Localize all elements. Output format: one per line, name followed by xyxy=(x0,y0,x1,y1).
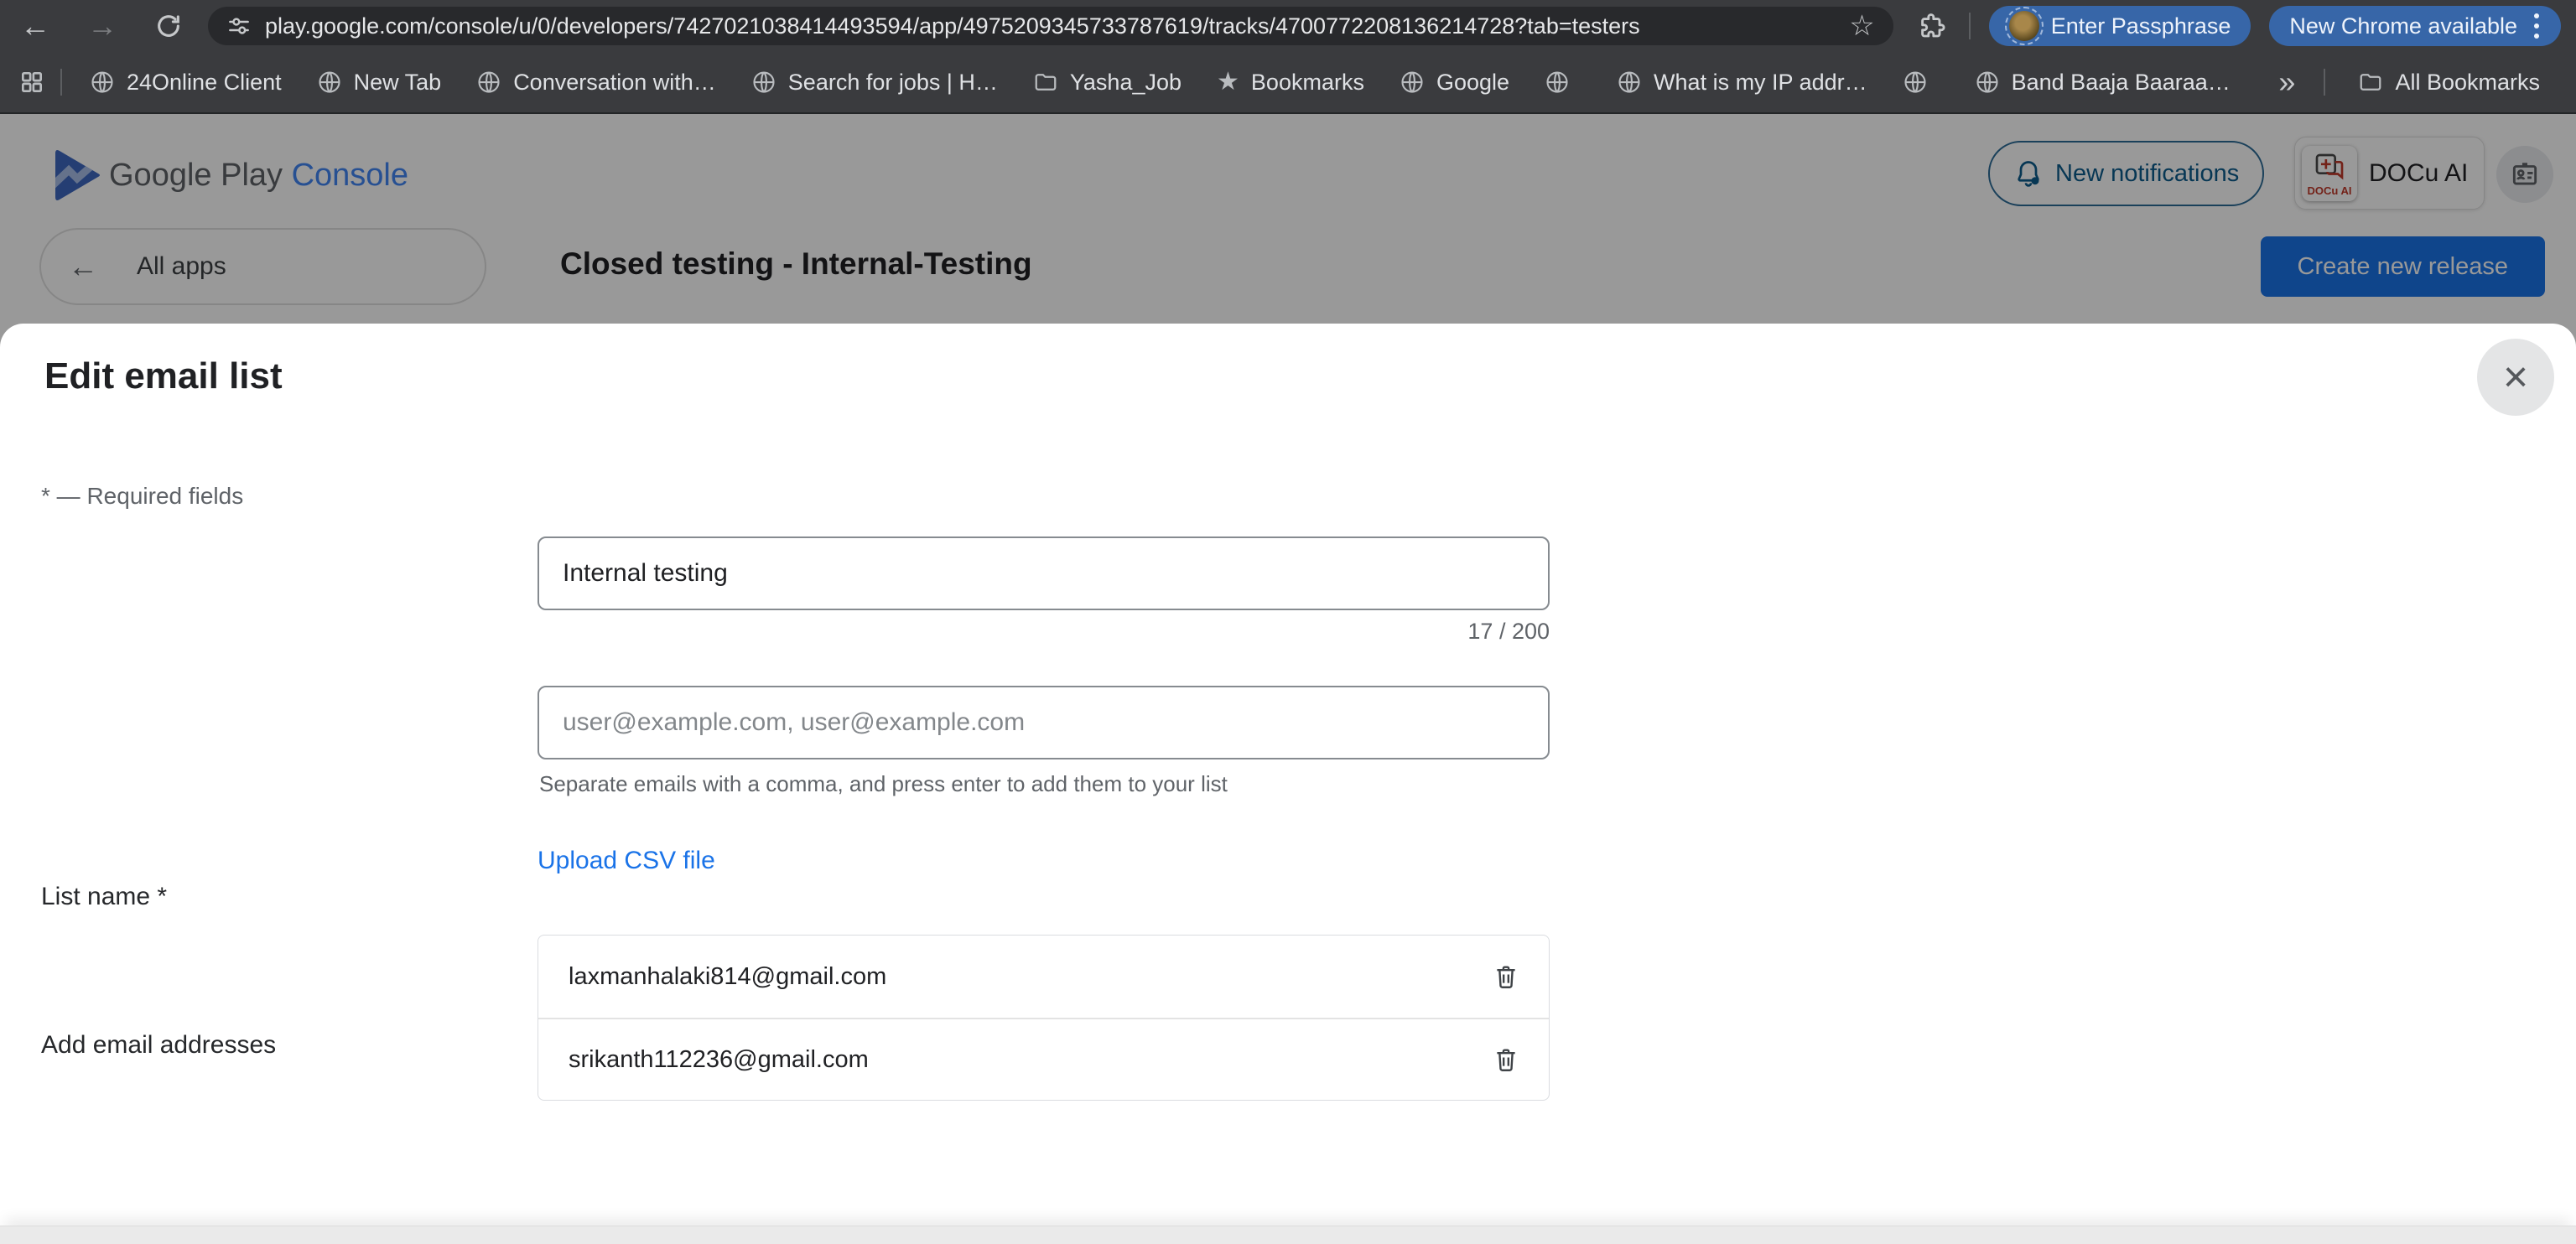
bookmark-item[interactable]: 24Online Client xyxy=(72,70,299,96)
bookmark-item[interactable]: Band Baaja Baaraa… xyxy=(1957,70,2248,96)
globe-icon xyxy=(1975,70,2000,95)
menu-kebab-icon[interactable] xyxy=(2534,13,2539,39)
delete-email-icon[interactable] xyxy=(1488,959,1524,994)
bookmarks-overflow-icon[interactable]: » xyxy=(2265,65,2309,100)
add-emails-label: Add email addresses xyxy=(41,1031,276,1060)
apps-grid-icon[interactable] xyxy=(18,69,45,96)
add-emails-helper: Separate emails with a comma, and press … xyxy=(539,771,1228,797)
all-bookmarks-button[interactable]: All Bookmarks xyxy=(2340,70,2558,96)
globe-icon xyxy=(1903,70,1928,95)
refresh-icon[interactable] xyxy=(154,12,183,40)
star-icon: ★ xyxy=(1217,70,1239,95)
close-icon[interactable]: × xyxy=(2477,339,2554,416)
list-name-input[interactable] xyxy=(538,536,1550,610)
url-bar[interactable]: play.google.com/console/u/0/developers/7… xyxy=(208,7,1893,45)
dialog-footer-edge xyxy=(0,1226,2576,1244)
bookmark-item[interactable]: Google xyxy=(1382,70,1527,96)
bookmark-item[interactable]: What is my IP addr… xyxy=(1599,70,1885,96)
email-address: laxmanhalaki814@gmail.com xyxy=(569,963,1488,991)
globe-icon xyxy=(476,70,501,95)
upload-csv-link[interactable]: Upload CSV file xyxy=(538,847,715,875)
extensions-icon[interactable] xyxy=(1917,11,1947,41)
delete-email-icon[interactable] xyxy=(1488,1042,1524,1077)
folder-icon xyxy=(1033,70,1058,95)
globe-icon xyxy=(751,70,776,95)
globe-icon xyxy=(317,70,342,95)
passphrase-avatar xyxy=(2009,11,2039,41)
globe-icon xyxy=(1545,70,1570,95)
required-fields-note: * — Required fields xyxy=(41,483,243,510)
email-address: srikanth112236@gmail.com xyxy=(569,1046,1488,1074)
edit-email-list-dialog: Edit email list × * — Required fields Li… xyxy=(0,324,2576,1244)
url-text[interactable]: play.google.com/console/u/0/developers/7… xyxy=(265,13,1839,39)
folder-icon xyxy=(2358,70,2383,95)
chrome-update-button[interactable]: New Chrome available xyxy=(2269,6,2561,46)
globe-icon xyxy=(90,70,115,95)
globe-icon xyxy=(1617,70,1642,95)
toolbar-divider xyxy=(1969,13,1971,39)
bookmarks-divider xyxy=(2324,69,2325,96)
bookmark-item[interactable]: Yasha_Job xyxy=(1015,70,1199,96)
emails-added-list: laxmanhalaki814@gmail.com srikanth112236… xyxy=(538,935,1550,1101)
bookmarks-bar: 24Online Client New Tab Conversation wit… xyxy=(0,52,2576,114)
globe-icon xyxy=(1400,70,1425,95)
bookmark-item[interactable] xyxy=(1527,70,1599,95)
bookmark-item[interactable]: ★ Bookmarks xyxy=(1199,70,1382,96)
bookmark-item[interactable]: Conversation with… xyxy=(459,70,734,96)
email-row: laxmanhalaki814@gmail.com xyxy=(538,936,1549,1018)
forward-icon[interactable]: → xyxy=(87,11,117,41)
bookmarks-divider xyxy=(60,69,62,96)
char-counter: 17 / 200 xyxy=(538,619,1550,645)
email-row: srikanth112236@gmail.com xyxy=(538,1018,1549,1100)
back-icon[interactable]: ← xyxy=(20,11,50,41)
bookmark-star-icon[interactable]: ☆ xyxy=(1849,9,1874,43)
enter-passphrase-button[interactable]: Enter Passphrase xyxy=(1989,6,2251,46)
dialog-title: Edit email list xyxy=(44,355,283,397)
bookmark-item[interactable]: New Tab xyxy=(299,70,460,96)
add-emails-input[interactable] xyxy=(538,686,1550,759)
site-controls-icon[interactable] xyxy=(226,13,252,39)
browser-toolbar: ← → play.google.com/console/u/0/develope… xyxy=(0,0,2576,52)
list-name-label: List name * xyxy=(41,883,167,911)
bookmark-item[interactable]: Search for jobs | H… xyxy=(734,70,1015,96)
bookmark-item[interactable] xyxy=(1885,70,1957,95)
